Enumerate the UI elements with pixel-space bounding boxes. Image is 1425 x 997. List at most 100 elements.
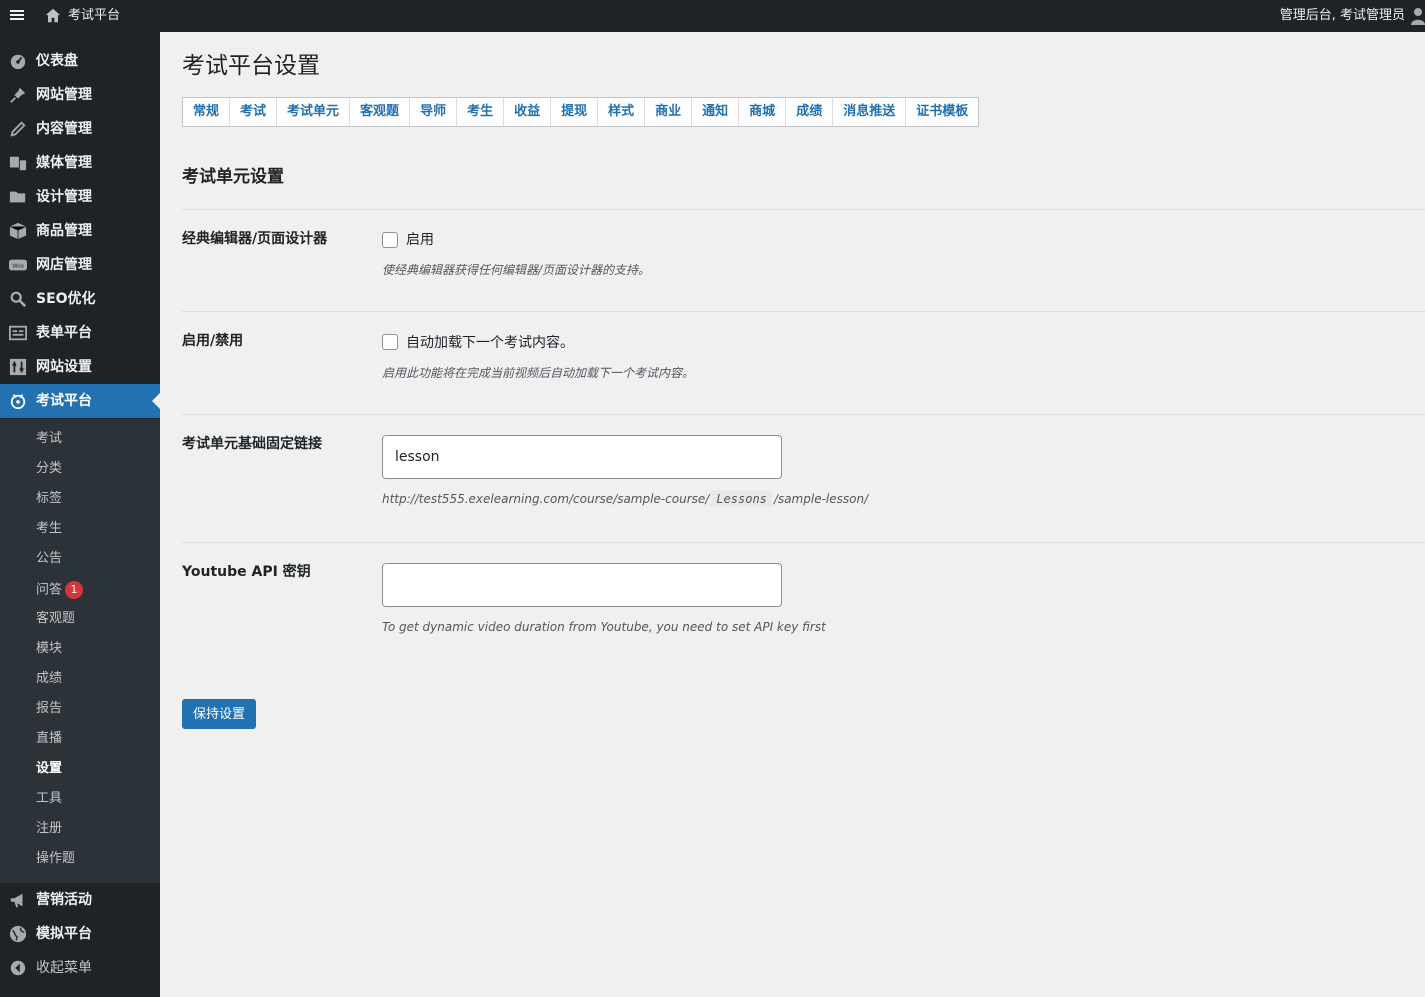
tab-exam[interactable]: 考试 xyxy=(230,98,278,126)
submenu-item-grades[interactable]: 成绩 xyxy=(36,671,62,687)
menu-toggle-icon[interactable] xyxy=(10,8,24,24)
tab-general[interactable]: 常规 xyxy=(183,98,231,126)
save-settings-button[interactable]: 保持设置 xyxy=(182,699,257,729)
sidebar-item-label: 模拟平台 xyxy=(36,926,92,942)
youtube-api-input[interactable] xyxy=(382,563,782,607)
submenu-item-practical[interactable]: 操作题 xyxy=(36,851,75,867)
main-content: 考试平台设置 常规 考试 考试单元 客观题 导师 考生 收益 提现 样式 商业 … xyxy=(160,32,1425,997)
page-title: 考试平台设置 xyxy=(182,53,320,79)
sidebar-item-label: 网店管理 xyxy=(36,257,92,273)
tab-withdraw[interactable]: 提现 xyxy=(551,98,599,126)
qa-count-badge: 1 xyxy=(65,581,84,599)
sidebar-item-marketing[interactable]: 营销活动 xyxy=(0,883,160,917)
collapse-menu-button[interactable]: 收起菜单 xyxy=(0,951,160,985)
sidebar-item-dashboard[interactable]: 仪表盘 xyxy=(0,44,160,78)
sidebar-item-label: 营销活动 xyxy=(36,892,92,908)
submenu-item-students[interactable]: 考生 xyxy=(36,521,62,537)
autoload-label: 启用/禁用 xyxy=(182,333,244,349)
user-avatar-icon[interactable] xyxy=(1411,7,1425,25)
dashboard-icon xyxy=(10,54,26,70)
sidebar-item-products[interactable]: 商品管理 xyxy=(0,214,160,248)
tab-commerce[interactable]: 商业 xyxy=(645,98,693,126)
classic-editor-checkbox-label[interactable]: 启用 xyxy=(406,231,434,249)
form-icon xyxy=(9,325,27,341)
url-prefix: http://test555.exelearning.com/course/sa… xyxy=(382,492,710,506)
divider xyxy=(182,209,1425,210)
sidebar-item-forms[interactable]: 表单平台 xyxy=(0,316,160,350)
sidebar-item-shop[interactable]: Woo 网店管理 xyxy=(0,248,160,282)
tab-style[interactable]: 样式 xyxy=(598,98,646,126)
submenu-item-modules[interactable]: 模块 xyxy=(36,641,62,657)
sidebar-item-design[interactable]: 设计管理 xyxy=(0,180,160,214)
settings-icon xyxy=(9,358,27,376)
autoload-description: 启用此功能将在完成当前视频后自动加载下一个考试内容。 xyxy=(382,366,695,380)
url-suffix: /sample-lesson/ xyxy=(773,492,869,506)
sidebar-item-site-settings[interactable]: 网站设置 xyxy=(0,350,160,384)
sidebar-item-label: 设计管理 xyxy=(36,189,92,205)
classic-editor-description: 使经典编辑器获得任何编辑器/页面设计器的支持。 xyxy=(382,263,651,277)
submenu-item-label: 问答 xyxy=(36,582,63,598)
sidebar-item-media[interactable]: 媒体管理 xyxy=(0,146,160,180)
permalink-url-preview: http://test555.exelearning.com/course/sa… xyxy=(382,491,868,507)
sidebar-item-label: 内容管理 xyxy=(36,121,92,137)
tab-students[interactable]: 考生 xyxy=(457,98,505,126)
tab-exam-unit[interactable]: 考试单元 xyxy=(277,98,351,126)
settings-tabs: 常规 考试 考试单元 客观题 导师 考生 收益 提现 样式 商业 通知 商城 成… xyxy=(182,97,980,127)
sidebar-item-label: 商品管理 xyxy=(36,223,92,239)
admin-bar: 考试平台 管理后台, 考试管理员 xyxy=(0,0,1425,32)
youtube-api-label: Youtube API 密钥 xyxy=(182,564,311,580)
account-greeting[interactable]: 管理后台, 考试管理员 xyxy=(1280,8,1405,24)
submenu-item-exam[interactable]: 考试 xyxy=(36,431,62,447)
tab-earnings[interactable]: 收益 xyxy=(504,98,552,126)
submenu-item-register[interactable]: 注册 xyxy=(36,821,62,837)
divider xyxy=(182,542,1425,543)
permalink-input[interactable]: lesson xyxy=(382,435,782,479)
tab-store[interactable]: 商城 xyxy=(739,98,787,126)
submenu-item-objective[interactable]: 客观题 xyxy=(36,611,75,627)
autoload-checkbox-label[interactable]: 自动加载下一个考试内容。 xyxy=(406,334,574,352)
globe-icon xyxy=(9,925,27,943)
sidebar-item-content[interactable]: 内容管理 xyxy=(0,112,160,146)
sidebar-item-label: 仪表盘 xyxy=(36,53,78,69)
autoload-checkbox[interactable] xyxy=(382,334,398,350)
submenu-item-tools[interactable]: 工具 xyxy=(36,791,62,807)
sidebar-item-label: 网站设置 xyxy=(36,359,92,375)
collapse-menu-label: 收起菜单 xyxy=(36,960,92,976)
divider xyxy=(182,414,1425,415)
woo-icon: Woo xyxy=(9,259,27,271)
tab-push[interactable]: 消息推送 xyxy=(833,98,907,126)
submenu-item-tags[interactable]: 标签 xyxy=(36,491,62,507)
tab-instructor[interactable]: 导师 xyxy=(410,98,458,126)
submenu-item-qa[interactable]: 问答 1 xyxy=(36,581,84,599)
search-icon xyxy=(10,291,27,308)
submenu-item-announcements[interactable]: 公告 xyxy=(36,551,62,567)
tab-certificate[interactable]: 证书模板 xyxy=(906,98,978,126)
sidebar-item-seo[interactable]: SEO优化 xyxy=(0,282,160,316)
sidebar-item-label: 表单平台 xyxy=(36,325,92,341)
tab-grades[interactable]: 成绩 xyxy=(786,98,834,126)
submenu-item-settings[interactable]: 设置 xyxy=(36,761,62,777)
sidebar-item-exam-platform[interactable]: 考试平台 xyxy=(0,384,160,418)
permalink-label: 考试单元基础固定链接 xyxy=(182,436,322,452)
box-icon xyxy=(9,222,27,240)
admin-sidebar: 仪表盘 网站管理 内容管理 媒体管理 设计管理 商品管理 Woo 网店管理 SE… xyxy=(0,32,160,997)
sidebar-item-site-manage[interactable]: 网站管理 xyxy=(0,78,160,112)
home-icon[interactable] xyxy=(44,7,62,25)
edit-icon xyxy=(10,121,26,137)
exam-platform-submenu: 考试 分类 标签 考生 公告 问答 1 客观题 模块 成绩 报告 直播 设置 工具… xyxy=(0,419,160,883)
tab-objective[interactable]: 客观题 xyxy=(350,98,411,126)
sidebar-item-simulation[interactable]: 模拟平台 xyxy=(0,917,160,951)
site-title-link[interactable]: 考试平台 xyxy=(68,8,120,24)
tab-notifications[interactable]: 通知 xyxy=(692,98,740,126)
submenu-item-reports[interactable]: 报告 xyxy=(36,701,62,717)
sidebar-item-label: SEO优化 xyxy=(36,291,96,307)
submenu-item-live[interactable]: 直播 xyxy=(36,731,62,747)
url-slug-code: Lessons xyxy=(711,491,772,507)
divider xyxy=(182,311,1425,312)
classic-editor-checkbox[interactable] xyxy=(382,232,398,248)
collapse-arrow-icon xyxy=(10,960,26,976)
section-title: 考试单元设置 xyxy=(182,167,284,187)
classic-editor-label: 经典编辑器/页面设计器 xyxy=(182,231,328,247)
submenu-item-category[interactable]: 分类 xyxy=(36,461,62,477)
sidebar-item-label: 媒体管理 xyxy=(36,155,92,171)
